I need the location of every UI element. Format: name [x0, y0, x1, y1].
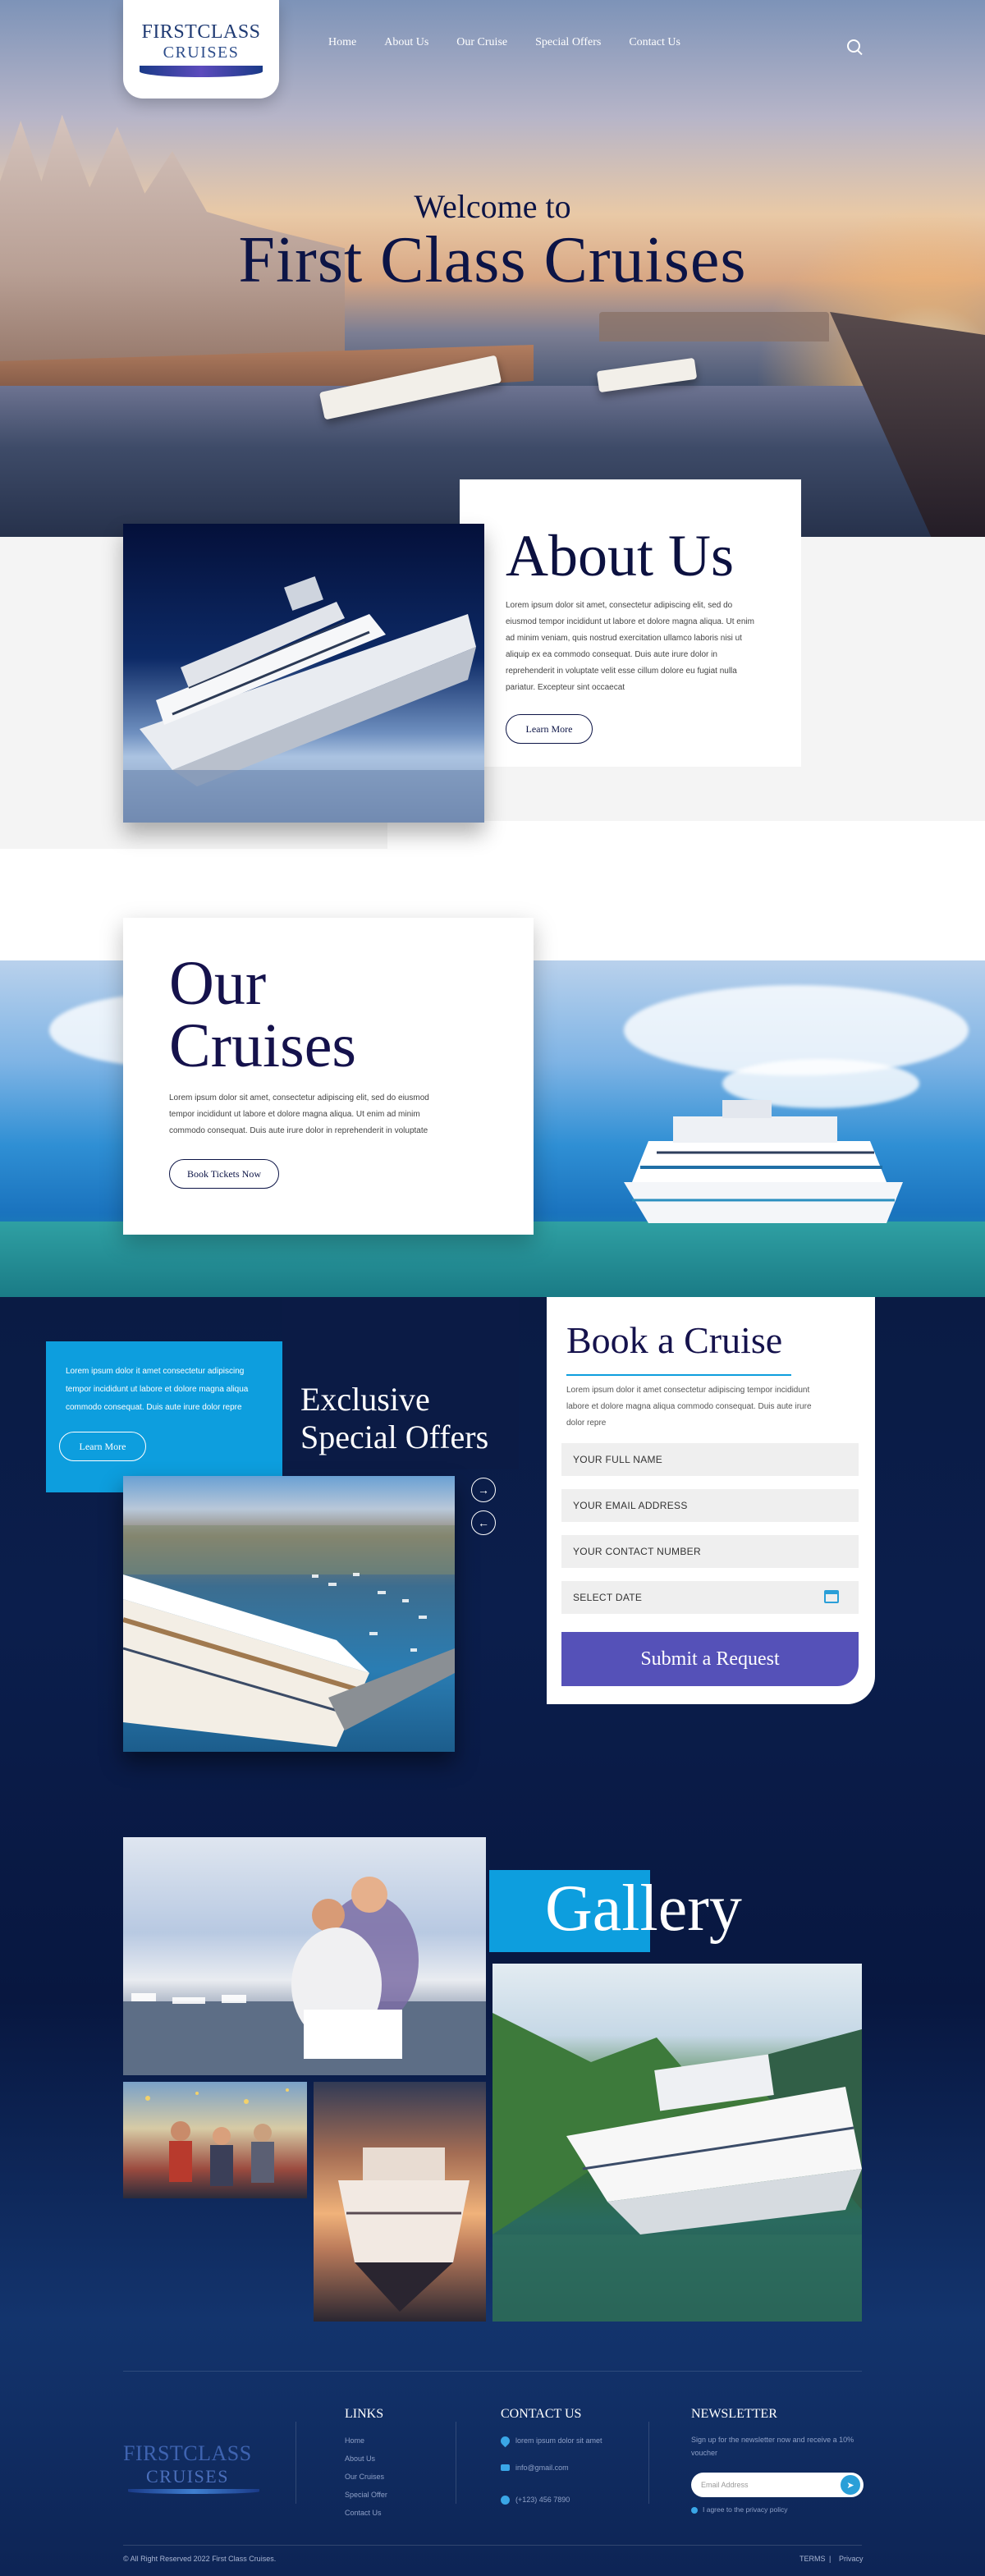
footer-link-home[interactable]: Home: [345, 2436, 364, 2445]
privacy-agree-label: I agree to the privacy policy: [703, 2505, 788, 2514]
booking-title-underline: [566, 1374, 791, 1376]
footer-link-our-cruises[interactable]: Our Cruises: [345, 2473, 384, 2481]
couple-toast-illustration: [123, 1877, 486, 2075]
footer-column-divider: [648, 2422, 649, 2504]
search-icon[interactable]: [847, 39, 860, 53]
privacy-checkbox[interactable]: [691, 2507, 698, 2514]
footer-links-title: LINKS: [345, 2407, 384, 2421]
gallery-image-fjord-ship[interactable]: [492, 1964, 862, 2322]
contact-number-field[interactable]: YOUR CONTACT NUMBER: [561, 1535, 859, 1568]
footer-link-special-offer[interactable]: Special Offer: [345, 2491, 387, 2499]
about-ship-image: [123, 524, 484, 823]
footer-contact-title: CONTACT US: [501, 2407, 582, 2421]
nav-about-us[interactable]: About Us: [384, 36, 428, 56]
footer-link-separator: |: [829, 2555, 832, 2563]
offers-title-line2: Special Offers: [300, 1419, 489, 1455]
footer-logo-line1[interactable]: FIRSTCLASS: [123, 2441, 252, 2466]
footer-newsletter-title: NEWSLETTER: [691, 2407, 777, 2421]
cruises-title-line1: Our: [169, 949, 267, 1018]
footer-email[interactable]: info@gmail.com: [515, 2464, 569, 2472]
logo[interactable]: FIRSTCLASS CRUISES: [123, 0, 279, 99]
email-field[interactable]: YOUR EMAIL ADDRESS: [561, 1489, 859, 1522]
footer-logo-wave: [128, 2489, 259, 2494]
logo-line2: CRUISES: [163, 44, 240, 62]
offers-text: Lorem ipsum dolor it amet consectetur ad…: [66, 1367, 249, 1412]
hero-title: First Class Cruises: [238, 224, 747, 296]
gallery-image-couple[interactable]: [123, 1837, 486, 2075]
gallery-image-sunset-ship[interactable]: [314, 2082, 486, 2322]
offers-learn-more-button[interactable]: Learn More: [59, 1432, 146, 1461]
nav-home[interactable]: Home: [328, 36, 356, 56]
hero-welcome: Welcome to: [414, 188, 571, 225]
footer-link-about-us[interactable]: About Us: [345, 2455, 375, 2463]
offers-title: Exclusive Special Offers: [300, 1381, 488, 1456]
mail-icon: [501, 2464, 510, 2471]
nav-contact-us[interactable]: Contact Us: [629, 36, 680, 56]
cruise-ship-illustration: [123, 576, 484, 823]
main-nav: Home About Us Our Cruise Special Offers …: [328, 36, 680, 56]
cruises-title: Our Cruises: [169, 952, 356, 1077]
party-illustration: [145, 2088, 289, 2186]
footer-phone[interactable]: (+123) 456 7890: [515, 2496, 570, 2504]
footer-address: lorem ipsum dolor sit amet: [515, 2436, 602, 2445]
send-icon[interactable]: ➤: [841, 2475, 860, 2495]
fjord-ship-illustration: [492, 2013, 862, 2322]
gallery-image-party[interactable]: [123, 2082, 307, 2198]
hero-bridge: [599, 312, 829, 341]
cruises-text: Lorem ipsum dolor sit amet, consectetur …: [169, 1093, 429, 1135]
booking-text: Lorem ipsum dolor it amet consectetur ad…: [566, 1386, 812, 1428]
footer-divider-top: [123, 2371, 862, 2372]
offers-ship-image: [123, 1476, 455, 1752]
select-date-field[interactable]: SELECT DATE: [561, 1581, 859, 1614]
calendar-icon[interactable]: [824, 1590, 839, 1603]
booking-title: Book a Cruise: [566, 1319, 783, 1361]
phone-icon: [501, 2496, 510, 2505]
offers-title-line1: Exclusive: [300, 1381, 430, 1418]
about-learn-more-button[interactable]: Learn More: [506, 714, 593, 744]
about-title: About Us: [506, 523, 735, 589]
privacy-link[interactable]: Privacy: [839, 2555, 864, 2563]
arrow-left-icon[interactable]: ←: [471, 1510, 496, 1535]
cruises-title-line2: Cruises: [169, 1011, 356, 1080]
harbor-ship-illustration: [123, 1525, 455, 1747]
submit-request-button[interactable]: Submit a Request: [561, 1632, 859, 1686]
sunset-ship-illustration: [338, 2147, 470, 2312]
nav-our-cruise[interactable]: Our Cruise: [456, 36, 507, 56]
newsletter-email-input[interactable]: Email Address: [691, 2473, 864, 2497]
cruise-ship-illustration: [624, 1100, 903, 1223]
logo-wave: [140, 66, 263, 77]
gallery-title: Gallery: [545, 1872, 742, 1945]
about-text: Lorem ipsum dolor sit amet, consectetur …: [506, 601, 754, 692]
book-tickets-button[interactable]: Book Tickets Now: [169, 1159, 279, 1189]
logo-line1: FIRSTCLASS: [141, 21, 261, 43]
copyright-text: © All Right Reserved 2022 First Class Cr…: [123, 2555, 277, 2563]
footer-logo-line2[interactable]: CRUISES: [146, 2466, 229, 2487]
terms-link[interactable]: TERMS: [799, 2555, 826, 2563]
full-name-field[interactable]: YOUR FULL NAME: [561, 1443, 859, 1476]
nav-special-offers[interactable]: Special Offers: [535, 36, 601, 56]
footer-link-contact-us[interactable]: Contact Us: [345, 2509, 382, 2517]
newsletter-text: Sign up for the newsletter now and recei…: [691, 2436, 854, 2457]
arrow-right-icon[interactable]: →: [471, 1478, 496, 1502]
footer-divider-bottom: [123, 2545, 862, 2546]
